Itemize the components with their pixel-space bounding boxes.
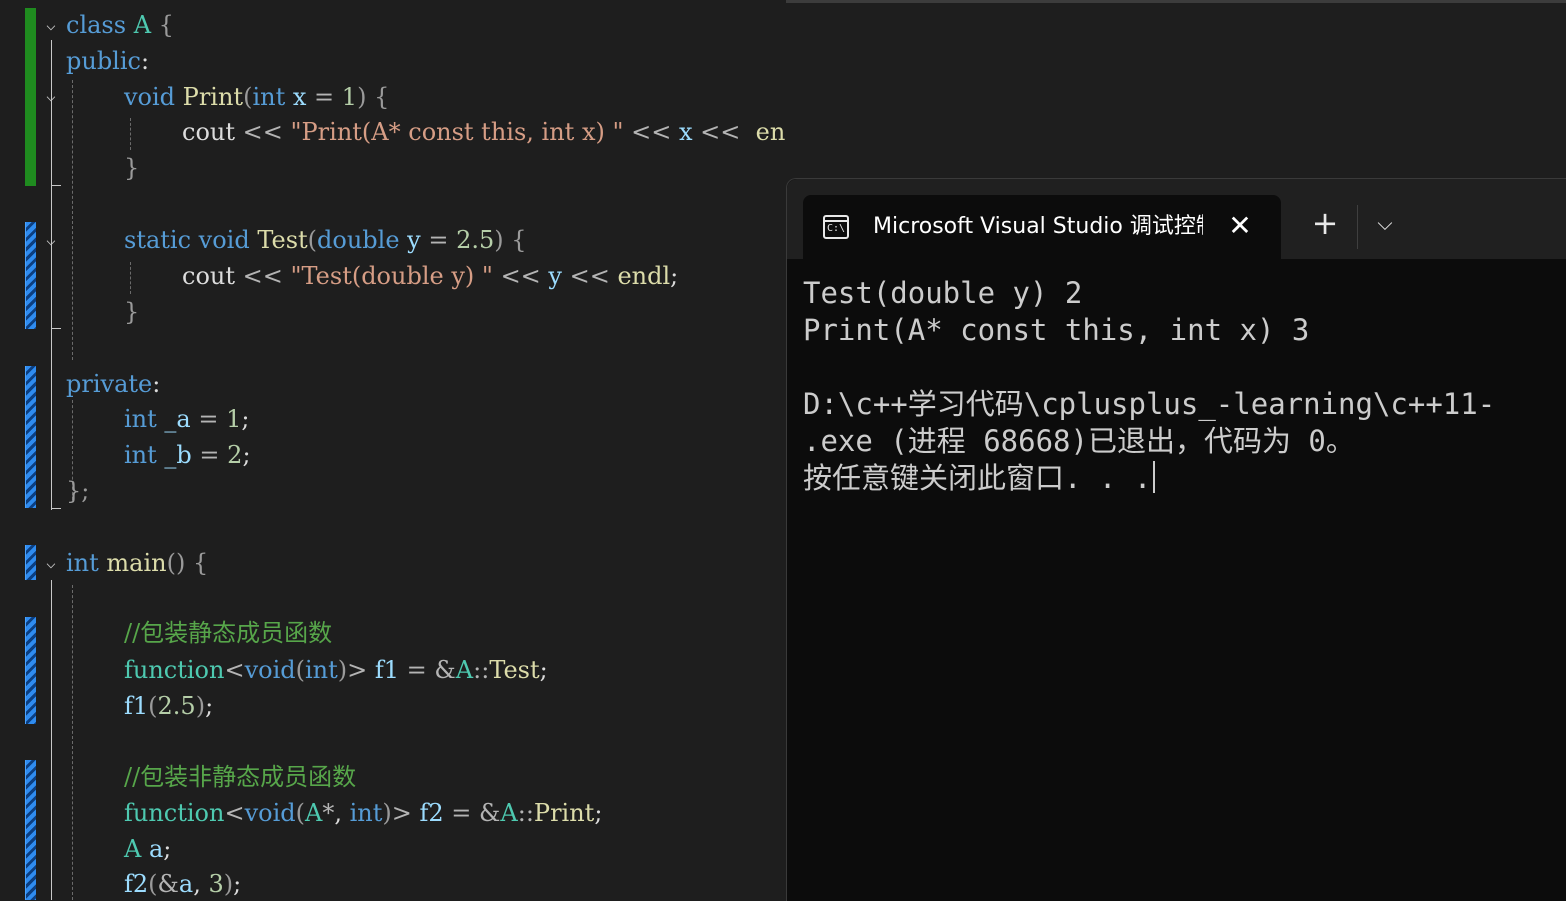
console-output-line: Print(A* const this, int x) 3 [803,313,1310,347]
chevron-down-icon[interactable]: ⌵ [1367,205,1403,241]
code-line: static void Test(double y = 2.5) { [124,226,527,254]
code-line: public: [66,47,150,75]
indent-guide [72,80,73,360]
fold-line [51,40,52,510]
new-tab-button[interactable]: + [1307,205,1343,241]
code-line: void Print(int x = 1) { [124,83,390,111]
code-comment: //包装非静态成员函数 [124,763,357,791]
code-line: private: [66,370,161,398]
fold-line [51,580,52,900]
code-line: }; [66,477,90,505]
fold-chevron-icon[interactable]: ⌵ [42,554,60,572]
console-output-line: D:\c++学习代码\cplusplus_-learning\c++11- [803,387,1496,421]
console-output-line: .exe (进程 68668)已退出，代码为 0。 [803,424,1355,458]
code-line: f2(&a, 3); [124,870,242,898]
code-line: function<void(int)> f1 = &A::Test; [124,656,548,684]
code-editor[interactable]: ⌵ ⌵ ⌵ ⌵ class A { public: void Print(int… [0,0,786,900]
fold-end-tick [51,508,61,509]
fold-chevron-icon[interactable]: ⌵ [42,16,60,34]
unsaved-change-marker [25,222,36,329]
unsaved-change-marker [25,545,36,580]
unsaved-change-marker [25,366,36,508]
terminal-icon: C:\ [823,215,849,239]
code-line: int main() { [66,549,209,577]
code-line: class A { [66,11,174,39]
console-output-line: 按任意键关闭此窗口. . . [803,460,1156,497]
console-output-line: Test(double y) 2 [803,276,1083,310]
console-prompt-text: 按任意键关闭此窗口. . . [803,461,1152,495]
saved-change-marker [25,8,36,186]
code-line: f1(2.5); [124,692,214,720]
tab-title: Microsoft Visual Studio 调试控制台 [873,214,1203,239]
tab-separator [1357,205,1358,249]
code-comment: //包装静态成员函数 [124,619,333,647]
console-tab[interactable]: C:\ Microsoft Visual Studio 调试控制台 ✕ [803,195,1281,259]
fold-end-tick [51,185,61,186]
indent-guide [72,585,73,900]
terminal-tab-bar: C:\ Microsoft Visual Studio 调试控制台 ✕ + ⌵ [787,179,1566,259]
code-line: } [124,298,140,326]
fold-end-tick [51,328,61,329]
text-cursor [1153,461,1156,493]
unsaved-change-marker [25,617,36,724]
unsaved-change-marker [25,760,36,900]
code-line: cout << "Print(A* const this, int x) " <… [182,118,786,146]
indent-guide [130,262,131,294]
code-line: int _b = 2; [124,441,251,469]
close-icon[interactable]: ✕ [1223,209,1257,243]
code-line: cout << "Test(double y) " << y << endl; [182,262,679,290]
code-line: int _a = 1; [124,405,250,433]
code-line: function<void(A*, int)> f2 = &A::Print; [124,799,603,827]
indent-guide [130,118,131,150]
code-line: } [124,154,140,182]
code-line: A a; [124,835,172,863]
